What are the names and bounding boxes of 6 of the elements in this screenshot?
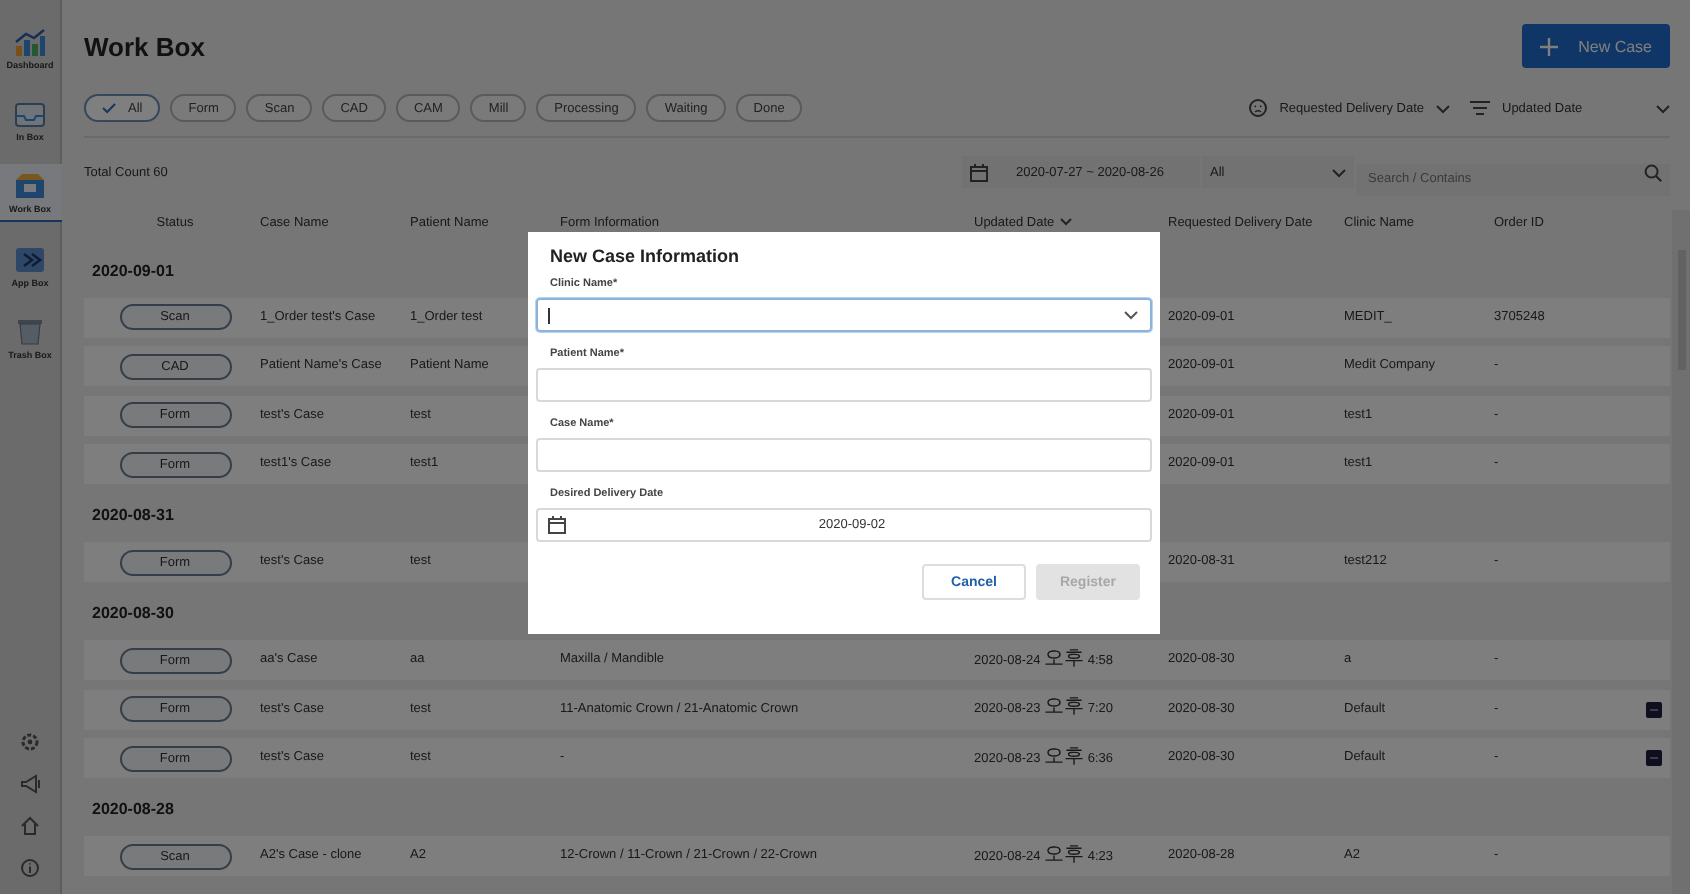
page-title: Work Box xyxy=(84,31,205,61)
date-group-heading: 2020-08-28 xyxy=(92,798,174,822)
date-group-heading: 2020-09-01 xyxy=(92,259,174,283)
date-group-heading: 2020-08-31 xyxy=(92,504,174,528)
dialog-title: New Case Information xyxy=(548,244,742,270)
date-group-heading: 2020-08-30 xyxy=(92,602,174,626)
